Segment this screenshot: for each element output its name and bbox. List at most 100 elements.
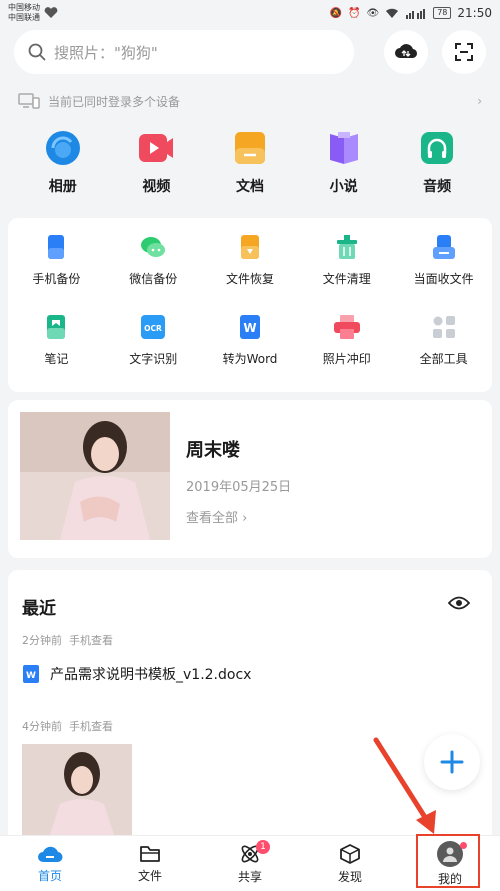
tool-ocr[interactable]: OCR 文字识别 (105, 314, 202, 394)
category-document[interactable]: 文档 (210, 130, 290, 196)
tool-all-tools[interactable]: 全部工具 (395, 314, 492, 394)
tool-label: 文件清理 (322, 272, 371, 286)
carrier-1: 中国移动 (8, 3, 40, 12)
search-input[interactable]: 搜照片："狗狗" (14, 30, 354, 74)
tool-photo-print[interactable]: 照片冲印 (298, 314, 395, 394)
heart-rate-icon (44, 7, 58, 18)
clock: 21:50 (457, 6, 492, 20)
search-row: 搜照片："狗狗" (14, 30, 486, 74)
phone-backup-icon (48, 235, 65, 259)
category-novel-label: 小说 (329, 179, 358, 195)
category-video-label: 视频 (142, 179, 171, 195)
search-icon (28, 43, 46, 61)
recent-group-meta: 4分钟前 手机查看 (22, 718, 113, 734)
scan-icon (455, 43, 473, 61)
tool-label: 文件恢复 (225, 272, 274, 286)
tool-label: 笔记 (44, 352, 69, 366)
signal-icon (406, 8, 426, 19)
category-video[interactable]: 视频 (116, 130, 196, 196)
notes-icon (47, 315, 66, 339)
tool-convert-word[interactable]: W 转为Word (202, 314, 299, 394)
category-audio-label: 音频 (423, 179, 452, 195)
eye-icon[interactable] (448, 596, 470, 610)
chevron-right-icon: › (477, 94, 482, 108)
memory-date: 2019年05月25日 (186, 480, 292, 495)
tab-discover[interactable]: 发现 (300, 836, 400, 891)
status-icons: 🔕 ⏰ 👁 78 21:50 (330, 6, 492, 20)
battery-indicator: 78 (433, 7, 452, 19)
multi-device-notice[interactable]: 当前已同时登录多个设备 › (18, 90, 482, 112)
tool-wechat-backup[interactable]: 微信备份 (105, 234, 202, 314)
ocr-icon-text: OCR (144, 324, 162, 333)
all-tools-icon (432, 316, 455, 338)
wechat-backup-icon (141, 237, 166, 257)
carrier-info: 中国移动 中国联通 (8, 3, 58, 23)
multi-device-text: 当前已同时登录多个设备 (48, 94, 181, 109)
tool-phone-backup[interactable]: 手机备份 (8, 234, 105, 314)
photo-print-icon (333, 315, 360, 339)
recent-title: 最近 (22, 599, 56, 619)
docx-icon-text: W (26, 671, 36, 681)
recent-file-item[interactable]: W 产品需求说明书模板_v1.2.docx (22, 664, 251, 684)
profile-tab-highlight (416, 834, 480, 888)
devices-icon (18, 93, 40, 109)
view-all-label: 查看全部 (186, 511, 239, 526)
discover-box-icon (340, 843, 360, 864)
face-to-face-icon (432, 235, 455, 259)
alarm-icon: ⏰ (348, 7, 361, 19)
tool-notes[interactable]: 笔记 (8, 314, 105, 394)
recent-photo-thumbnail[interactable] (22, 744, 132, 844)
recent-source: 手机查看 (69, 720, 113, 733)
tool-label: 当面收文件 (413, 272, 474, 286)
tool-face-to-face-receive[interactable]: 当面收文件 (395, 234, 492, 314)
tab-share[interactable]: 1 共享 (200, 836, 300, 891)
search-placeholder: 搜照片："狗狗" (54, 43, 158, 62)
tool-label: 转为Word (222, 352, 278, 366)
document-icon (234, 132, 265, 164)
docx-file-icon: W (23, 665, 39, 683)
tool-label: 文字识别 (129, 352, 178, 366)
tool-label: 全部工具 (419, 352, 468, 366)
memory-title: 周末喽 (186, 440, 240, 461)
category-album[interactable]: 相册 (23, 130, 103, 196)
category-novel[interactable]: 小说 (304, 130, 384, 196)
cloud-transfer-button[interactable] (384, 30, 428, 74)
tool-file-cleanup[interactable]: 文件清理 (298, 234, 395, 314)
wifi-icon (386, 8, 399, 18)
recent-group-meta: 2分钟前 手机查看 (22, 632, 113, 648)
status-bar: 中国移动 中国联通 🔕 ⏰ 👁 78 21:50 (0, 0, 500, 26)
tool-label: 手机备份 (32, 272, 81, 286)
memory-photo[interactable] (20, 412, 170, 540)
tool-file-recovery[interactable]: 文件恢复 (202, 234, 299, 314)
tool-label: 照片冲印 (322, 352, 371, 366)
scan-button[interactable] (442, 30, 486, 74)
album-icon (45, 131, 80, 165)
annotation-arrow (373, 737, 436, 834)
carrier-2: 中国联通 (8, 13, 40, 22)
ocr-icon: OCR (141, 315, 166, 339)
tab-files[interactable]: 文件 (100, 836, 200, 891)
cloud-transfer-icon (395, 44, 418, 59)
share-badge: 1 (256, 840, 270, 854)
category-document-label: 文档 (235, 179, 264, 195)
tab-files-label: 文件 (137, 868, 162, 883)
novel-icon (329, 132, 358, 164)
home-cloud-icon (38, 846, 63, 862)
tool-label: 微信备份 (129, 272, 178, 286)
eye-care-icon: 👁 (366, 7, 380, 19)
category-row: 相册 视频 文档 小说 音频 (0, 130, 500, 196)
tab-discover-label: 发现 (337, 869, 362, 884)
chevron-right-icon: › (242, 511, 248, 526)
category-audio[interactable]: 音频 (397, 130, 477, 196)
file-cleanup-icon (336, 235, 357, 259)
tab-home[interactable]: 首页 (0, 836, 100, 891)
recent-time: 2分钟前 (22, 634, 62, 647)
audio-icon (421, 132, 454, 164)
recent-file-name: 产品需求说明书模板_v1.2.docx (50, 667, 252, 683)
memory-card[interactable]: 周末喽 2019年05月25日 查看全部 › (8, 400, 492, 558)
tools-card: 手机备份 微信备份 文件恢复 文件清理 当面收文件 笔记 OCR 文字识别 W … (8, 218, 492, 392)
recent-source: 手机查看 (69, 634, 113, 647)
file-recovery-icon (240, 235, 259, 259)
view-all-link[interactable]: 查看全部 › (186, 507, 291, 526)
tab-share-label: 共享 (237, 869, 262, 884)
